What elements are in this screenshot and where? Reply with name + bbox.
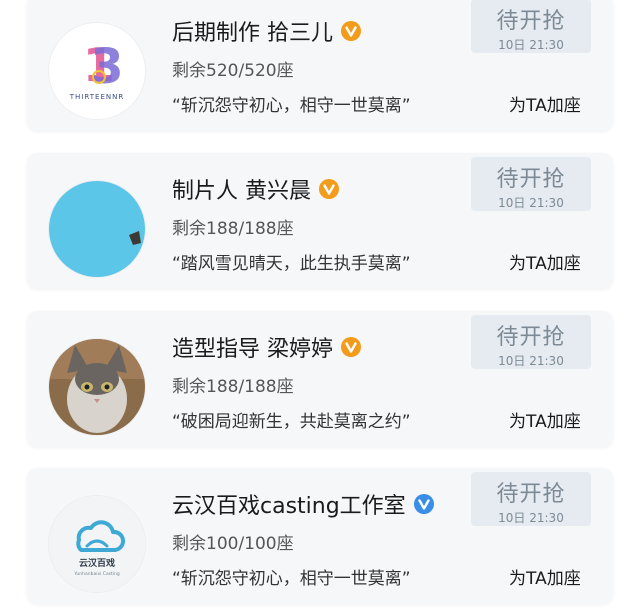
- grab-label: 待开抢: [496, 9, 566, 34]
- verified-badge-icon: [341, 21, 361, 41]
- supporter-name: 制片人 黄兴晨: [172, 172, 339, 206]
- supporter-name-text: 云汉百戏casting工作室: [172, 494, 406, 519]
- grab-button[interactable]: 待开抢 10日 21:30: [471, 0, 591, 53]
- cat-photo-icon: [49, 339, 145, 435]
- add-seat-button[interactable]: 为TA加座: [509, 407, 581, 432]
- grab-time: 10日 21:30: [498, 511, 564, 525]
- supporter-name: 云汉百戏casting工作室: [172, 487, 434, 521]
- thirteen-logo-icon: 1 3 THIRTEENNR: [49, 23, 145, 119]
- add-seat-button[interactable]: 为TA加座: [509, 249, 581, 274]
- verified-badge-icon: [413, 494, 434, 514]
- add-seat-button[interactable]: 为TA加座: [509, 564, 581, 589]
- supporter-name-text: 制片人 黄兴晨: [172, 179, 311, 204]
- avatar[interactable]: 1 3 THIRTEENNR: [49, 23, 145, 119]
- grab-time: 10日 21:30: [498, 196, 564, 210]
- grab-label: 待开抢: [496, 482, 566, 507]
- list-item[interactable]: 云汉百戏 Yunhanbaixi Casting 云汉百戏casting工作室 …: [27, 468, 613, 604]
- avatar[interactable]: [49, 181, 145, 277]
- grab-label: 待开抢: [496, 167, 566, 192]
- supporter-list: 1 3 THIRTEENNR 后期制作 拾三儿 剩余520/520座 “斩沉怨守…: [0, 0, 640, 614]
- grab-button[interactable]: 待开抢 10日 21:30: [471, 315, 591, 369]
- quote-text: “破困局迎新生，共赴莫离之约”: [172, 412, 411, 432]
- svg-text:3: 3: [90, 39, 123, 95]
- quote-text: “斩沉怨守初心，相守一世莫离”: [172, 569, 411, 589]
- grab-button[interactable]: 待开抢 10日 21:30: [471, 472, 591, 526]
- logo-text: THIRTEENNR: [69, 93, 124, 101]
- add-seat-button[interactable]: 为TA加座: [509, 91, 581, 116]
- grab-time: 10日 21:30: [498, 38, 564, 52]
- supporter-name: 造型指导 梁婷婷: [172, 330, 361, 364]
- logo-text: 云汉百戏: [79, 557, 115, 569]
- grab-label: 待开抢: [496, 325, 566, 350]
- verified-badge-icon: [319, 179, 339, 199]
- logo-subtext: Yunhanbaixi Casting: [73, 571, 120, 577]
- list-item[interactable]: 制片人 黄兴晨 剩余188/188座 “踏风雪见晴天，此生执手莫离” 待开抢 1…: [27, 153, 613, 289]
- seats-remaining: 剩余100/100座: [172, 534, 294, 554]
- supporter-name-text: 造型指导 梁婷婷: [172, 337, 333, 362]
- supporter-name-text: 后期制作 拾三儿: [172, 21, 333, 46]
- list-item[interactable]: 1 3 THIRTEENNR 后期制作 拾三儿 剩余520/520座 “斩沉怨守…: [27, 0, 613, 131]
- seats-remaining: 剩余188/188座: [172, 377, 294, 397]
- supporter-name: 后期制作 拾三儿: [172, 14, 361, 48]
- avatar[interactable]: 云汉百戏 Yunhanbaixi Casting: [49, 496, 145, 592]
- yunhan-logo-icon: 云汉百戏 Yunhanbaixi Casting: [49, 496, 145, 592]
- grab-time: 10日 21:30: [498, 354, 564, 368]
- seats-remaining: 剩余520/520座: [172, 61, 294, 81]
- seats-remaining: 剩余188/188座: [172, 219, 294, 239]
- quote-text: “斩沉怨守初心，相守一世莫离”: [172, 96, 411, 116]
- list-item[interactable]: 造型指导 梁婷婷 剩余188/188座 “破困局迎新生，共赴莫离之约” 待开抢 …: [27, 311, 613, 447]
- quote-text: “踏风雪见晴天，此生执手莫离”: [172, 254, 411, 274]
- blue-avatar-icon: [49, 181, 145, 277]
- avatar[interactable]: [49, 339, 145, 435]
- grab-button[interactable]: 待开抢 10日 21:30: [471, 157, 591, 211]
- verified-badge-icon: [341, 337, 361, 357]
